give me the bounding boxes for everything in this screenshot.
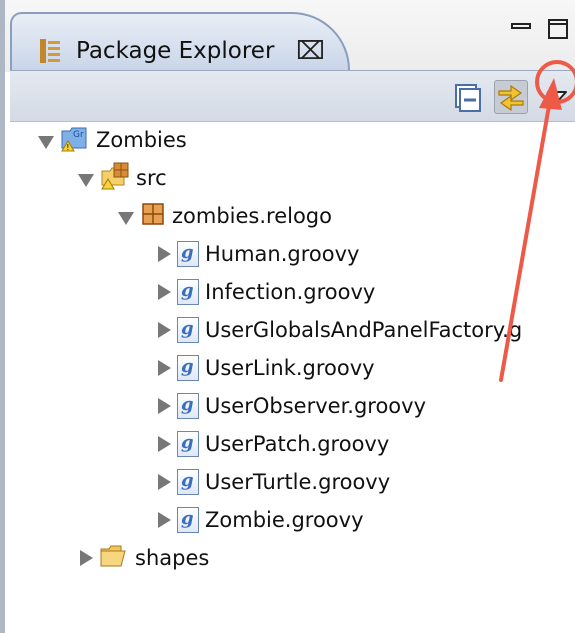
tree-item-label: zombies.relogo: [172, 204, 332, 228]
tree-item-file[interactable]: g UserGlobalsAndPanelFactory.g: [158, 312, 522, 348]
tree-item-label: src: [136, 166, 167, 190]
minimize-icon[interactable]: [510, 18, 532, 42]
collapsed-arrow-icon[interactable]: [158, 398, 171, 414]
tree-item-file[interactable]: g Human.groovy: [158, 236, 359, 272]
package-explorer-view: Package Explorer ⌧ Gr ! Zombies src zomb…: [0, 0, 575, 633]
tree-item-label: Zombies: [96, 128, 187, 152]
tree-item-file[interactable]: g UserLink.groovy: [158, 350, 375, 386]
groovy-file-icon: g: [177, 355, 199, 381]
tree-item-label: Human.groovy: [205, 242, 360, 266]
expand-icon[interactable]: [118, 211, 134, 225]
collapsed-arrow-icon[interactable]: [158, 322, 171, 338]
collapsed-arrow-icon[interactable]: [158, 512, 171, 528]
collapsed-arrow-icon[interactable]: [158, 436, 171, 452]
tree-item-file[interactable]: g Zombie.groovy: [158, 502, 364, 538]
source-folder-icon: [100, 161, 130, 196]
tree-item-label: Infection.groovy: [205, 280, 376, 304]
groovy-file-icon: g: [177, 393, 199, 419]
tree-item-file[interactable]: g UserTurtle.groovy: [158, 464, 390, 500]
groovy-file-icon: g: [177, 431, 199, 457]
groovy-project-icon: Gr !: [60, 123, 90, 158]
tree-item-file[interactable]: g Infection.groovy: [158, 274, 375, 310]
tab-package-explorer[interactable]: Package Explorer ⌧: [10, 12, 350, 70]
tab-bar: Package Explorer ⌧: [5, 0, 575, 72]
tree-item-label: UserPatch.groovy: [205, 432, 390, 456]
collapsed-arrow-icon[interactable]: [158, 474, 171, 490]
groovy-file-icon: g: [177, 279, 199, 305]
highlight-circle: [535, 60, 575, 104]
tree-item-file[interactable]: g UserPatch.groovy: [158, 426, 389, 462]
groovy-file-icon: g: [177, 241, 199, 267]
groovy-file-icon: g: [177, 469, 199, 495]
tree-item-label: UserLink.groovy: [205, 356, 375, 380]
tree-item-folder[interactable]: shapes: [80, 540, 209, 576]
link-with-editor-button[interactable]: [494, 80, 528, 114]
tree-item-src[interactable]: src: [78, 160, 167, 196]
svg-text:Gr: Gr: [73, 130, 84, 140]
groovy-file-icon: g: [177, 317, 199, 343]
collapsed-arrow-icon[interactable]: [158, 360, 171, 376]
tree-item-label: UserTurtle.groovy: [205, 470, 391, 494]
tree-item-label: Zombie.groovy: [205, 508, 364, 532]
package-explorer-icon: [38, 38, 62, 68]
tree-item-label: UserGlobalsAndPanelFactory.g: [205, 318, 523, 342]
collapse-all-icon: [450, 84, 484, 118]
tree-item-label: shapes: [135, 546, 210, 570]
collapsed-arrow-icon[interactable]: [158, 246, 171, 262]
svg-text:!: !: [66, 143, 69, 152]
expand-icon[interactable]: [38, 135, 54, 149]
tree-item-label: UserObserver.groovy: [205, 394, 427, 418]
tree-item-project[interactable]: Gr ! Zombies: [38, 122, 187, 158]
view-toolbar: [10, 70, 575, 122]
tab-title: Package Explorer: [76, 38, 275, 64]
close-icon[interactable]: ⌧: [296, 36, 325, 65]
package-icon: [140, 201, 166, 232]
expand-icon[interactable]: [78, 173, 94, 187]
folder-icon: [99, 543, 129, 574]
collapse-all-button[interactable]: [450, 80, 484, 114]
groovy-file-icon: g: [177, 507, 199, 533]
collapsed-arrow-icon[interactable]: [158, 284, 171, 300]
collapsed-arrow-icon[interactable]: [80, 550, 93, 566]
link-with-editor-icon: [495, 84, 527, 117]
maximize-icon[interactable]: [547, 18, 569, 44]
tree-item-package[interactable]: zombies.relogo: [118, 198, 332, 234]
tree-item-file[interactable]: g UserObserver.groovy: [158, 388, 426, 424]
